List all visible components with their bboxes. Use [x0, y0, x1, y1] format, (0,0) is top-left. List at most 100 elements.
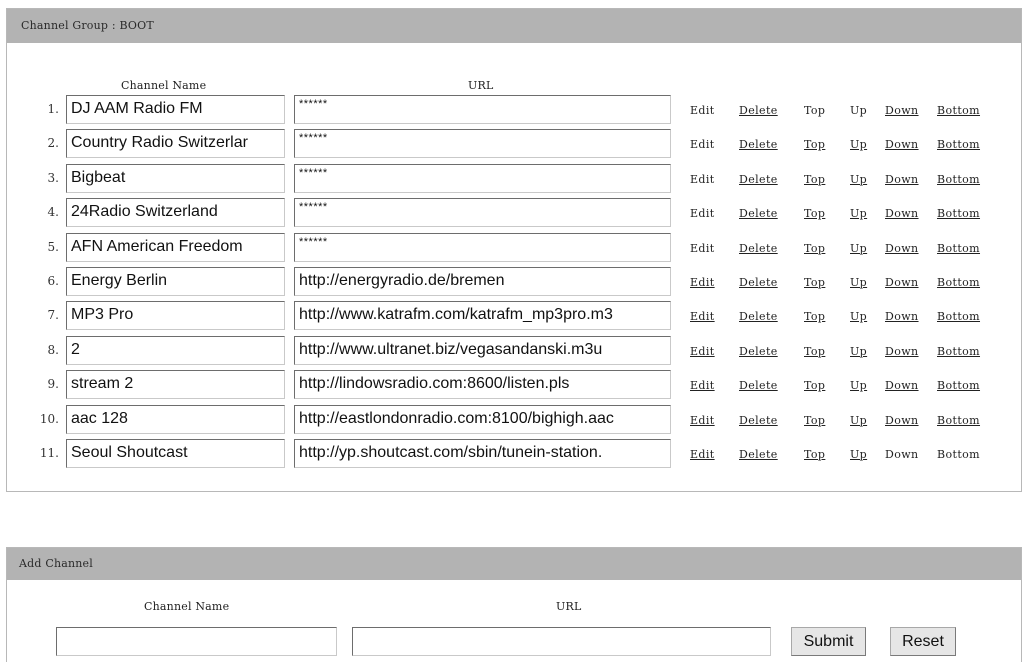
bottom-link[interactable]: Bottom — [937, 310, 980, 323]
channel-name-field[interactable]: DJ AAM Radio FM — [66, 95, 285, 124]
bottom-link[interactable]: Bottom — [937, 173, 980, 186]
row-number: 6. — [47, 274, 59, 288]
add-channel-url-input[interactable] — [352, 627, 771, 656]
row-number: 1. — [47, 102, 59, 116]
channel-url-field[interactable]: http://lindowsradio.com:8600/listen.pls — [294, 370, 671, 400]
add-channel-title: Add Channel — [7, 548, 1021, 580]
edit-link: Edit — [690, 241, 715, 255]
up-link[interactable]: Up — [850, 276, 867, 289]
top-link[interactable]: Top — [804, 345, 825, 358]
channel-name-field[interactable]: 24Radio Switzerland — [66, 198, 285, 228]
channel-url-field[interactable]: ****** — [294, 95, 671, 124]
up-link[interactable]: Up — [850, 345, 867, 358]
up-link[interactable]: Up — [850, 138, 867, 151]
up-link[interactable]: Up — [850, 310, 867, 323]
bottom-link[interactable]: Bottom — [937, 414, 980, 427]
down-link[interactable]: Down — [885, 379, 919, 392]
delete-link[interactable]: Delete — [739, 207, 778, 220]
top-link[interactable]: Top — [804, 276, 825, 289]
channel-name-field[interactable]: Energy Berlin — [66, 267, 285, 296]
delete-link[interactable]: Delete — [739, 379, 778, 392]
reset-button[interactable]: Reset — [890, 627, 956, 656]
channel-url-field[interactable]: http://www.ultranet.biz/vegasandanski.m3… — [294, 335, 671, 365]
down-link[interactable]: Down — [885, 310, 919, 323]
top-link[interactable]: Top — [804, 448, 825, 461]
channel-url-field[interactable]: ****** — [294, 129, 671, 159]
delete-link[interactable]: Delete — [739, 310, 778, 323]
edit-link[interactable]: Edit — [690, 414, 715, 427]
channel-url-field[interactable]: http://www.katrafm.com/katrafm_mp3pro.m3 — [294, 301, 671, 331]
channel-name-field[interactable]: aac 128 — [66, 404, 285, 434]
delete-link[interactable]: Delete — [739, 448, 778, 461]
edit-link: Edit — [690, 104, 715, 117]
up-link[interactable]: Up — [850, 173, 867, 186]
channel-name-field[interactable]: 2 — [66, 335, 285, 365]
delete-link[interactable]: Delete — [739, 242, 778, 255]
bottom-link[interactable]: Bottom — [937, 379, 980, 392]
up-link[interactable]: Up — [850, 448, 867, 461]
up-link[interactable]: Up — [850, 414, 867, 427]
up-link[interactable]: Up — [850, 207, 867, 220]
top-link[interactable]: Top — [804, 379, 825, 392]
edit-link[interactable]: Edit — [690, 448, 715, 461]
channel-url-field[interactable]: ****** — [294, 232, 671, 262]
top-link[interactable]: Top — [804, 138, 825, 151]
top-link[interactable]: Top — [804, 173, 825, 186]
channel-name-field[interactable]: AFN American Freedom — [66, 232, 285, 262]
channel-group-title: Channel Group : BOOT — [7, 9, 1021, 43]
row-number: 4. — [47, 205, 59, 220]
bottom-link[interactable]: Bottom — [937, 242, 980, 255]
channel-row: 11. Seoul Shoutcast http://yp.shoutcast.co… — [7, 439, 1021, 468]
channel-row: 7. MP3 Pro http://www.katrafm.com/katrafm_… — [7, 301, 1021, 331]
delete-link[interactable]: Delete — [739, 173, 778, 186]
delete-link[interactable]: Delete — [739, 104, 778, 117]
top-link: Top — [804, 104, 826, 117]
down-link[interactable]: Down — [885, 104, 919, 117]
top-link[interactable]: Top — [804, 207, 825, 220]
edit-link[interactable]: Edit — [690, 310, 715, 323]
channel-row: 1. DJ AAM Radio FM ****** Edit Delete Top Up Do… — [7, 95, 1021, 124]
channel-name-field[interactable]: MP3 Pro — [66, 301, 285, 331]
channel-url-field[interactable]: ****** — [294, 198, 671, 228]
up-link[interactable]: Up — [850, 242, 867, 255]
delete-link[interactable]: Delete — [739, 138, 778, 151]
channel-name-field[interactable]: stream 2 — [66, 370, 285, 400]
channel-group-panel: Channel Group : BOOT Channel Name URL 1.… — [6, 8, 1022, 492]
bottom-link[interactable]: Bottom — [937, 207, 980, 220]
bottom-link[interactable]: Bottom — [937, 104, 980, 117]
add-channel-name-header: Channel Name — [144, 600, 230, 613]
channel-name-field[interactable]: Seoul Shoutcast — [66, 439, 285, 468]
delete-link[interactable]: Delete — [739, 414, 778, 427]
channel-name-field[interactable]: Bigbeat — [66, 163, 285, 193]
add-channel-name-input[interactable] — [56, 627, 337, 656]
channel-url-field[interactable]: http://yp.shoutcast.com/sbin/tunein-stat… — [294, 439, 671, 468]
channel-url-field[interactable]: http://eastlondonradio.com:8100/bighigh.… — [294, 404, 671, 434]
channel-url-field[interactable]: http://energyradio.de/bremen — [294, 267, 671, 296]
up-link[interactable]: Up — [850, 379, 867, 392]
bottom-link: Bottom — [937, 448, 981, 461]
channel-name-header: Channel Name — [121, 79, 207, 92]
down-link[interactable]: Down — [885, 242, 919, 255]
edit-link[interactable]: Edit — [690, 345, 715, 358]
edit-link[interactable]: Edit — [690, 379, 715, 392]
bottom-link[interactable]: Bottom — [937, 138, 980, 151]
down-link[interactable]: Down — [885, 414, 919, 427]
submit-button[interactable]: Submit — [791, 627, 866, 656]
top-link[interactable]: Top — [804, 242, 825, 255]
down-link[interactable]: Down — [885, 207, 919, 220]
edit-link: Edit — [690, 138, 715, 152]
down-link[interactable]: Down — [885, 173, 919, 186]
delete-link[interactable]: Delete — [739, 345, 778, 358]
delete-link[interactable]: Delete — [739, 276, 778, 289]
channel-url-field[interactable]: ****** — [294, 163, 671, 193]
bottom-link[interactable]: Bottom — [937, 276, 980, 289]
down-link[interactable]: Down — [885, 345, 919, 358]
down-link[interactable]: Down — [885, 138, 919, 151]
down-link[interactable]: Down — [885, 276, 919, 289]
bottom-link[interactable]: Bottom — [937, 345, 980, 358]
edit-link[interactable]: Edit — [690, 276, 715, 289]
edit-link: Edit — [690, 207, 715, 221]
top-link[interactable]: Top — [804, 310, 825, 323]
top-link[interactable]: Top — [804, 414, 825, 427]
channel-name-field[interactable]: Country Radio Switzerlar — [66, 129, 285, 159]
